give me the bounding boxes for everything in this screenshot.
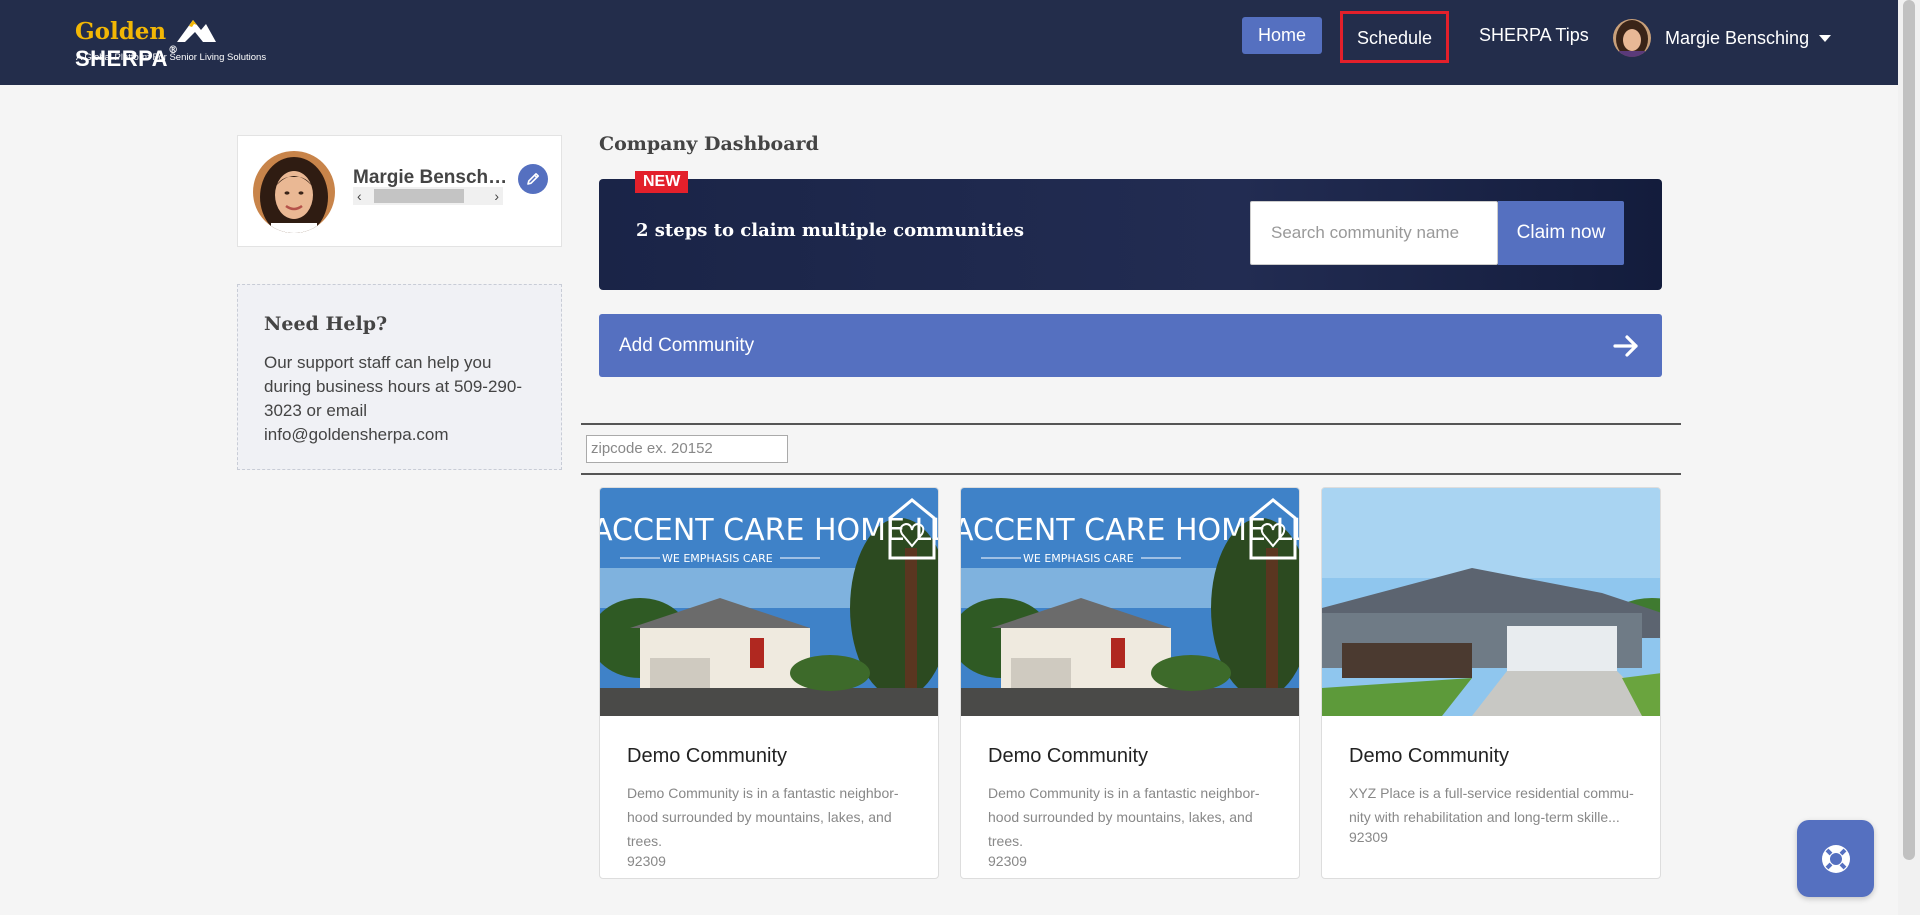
community-search-input[interactable]: Search community name	[1250, 201, 1498, 265]
user-name: Margie Bensching	[1665, 27, 1810, 48]
claim-banner-text: 2 steps to claim multiple communities	[636, 220, 1024, 241]
community-card[interactable]: ACCENT CARE HOME LLC WE EMPHASIS CARE De…	[960, 487, 1300, 879]
avatar	[1613, 19, 1651, 57]
chevron-left-icon[interactable]: ‹	[357, 187, 362, 205]
new-badge: NEW	[635, 171, 689, 193]
community-zip: 92309	[627, 853, 666, 869]
page-title: Company Dashboard	[599, 133, 819, 155]
community-card[interactable]: Demo Community XYZ Place is a full-servi…	[1321, 487, 1661, 879]
community-image: ACCENT CARE HOME LLC WE EMPHASIS CARE	[600, 488, 939, 716]
image-sub-text: WE EMPHASIS CARE	[1023, 552, 1134, 565]
arrow-right-icon	[1613, 335, 1638, 357]
mountain-logo-icon	[177, 20, 216, 42]
community-zip: 92309	[988, 853, 1027, 869]
need-help-card: Need Help? Our support staff can help yo…	[237, 284, 562, 470]
community-description: Demo Community is in a fantastic neighbo…	[627, 785, 899, 849]
edit-profile-button[interactable]	[518, 164, 548, 194]
chevron-right-icon[interactable]: ›	[494, 187, 499, 205]
add-community-button[interactable]: Add Community	[599, 314, 1662, 377]
community-card[interactable]: ACCENT CARE HOME LLC WE EMPHASIS CARE De…	[599, 487, 939, 879]
image-banner-text: ACCENT CARE HOME LLC	[961, 513, 1300, 548]
pencil-icon	[527, 173, 539, 185]
lifebuoy-icon	[1821, 844, 1850, 873]
page-scrollbar[interactable]	[1898, 0, 1920, 915]
help-title: Need Help?	[264, 313, 388, 335]
community-description: XYZ Place is a full-service residential …	[1349, 785, 1634, 825]
add-community-label: Add Community	[619, 335, 755, 356]
golden-sherpa-logo[interactable]: GoldenSHERPA® A Global Platform For Seni…	[75, 14, 305, 71]
support-help-button[interactable]	[1797, 820, 1874, 897]
community-image: ACCENT CARE HOME LLC WE EMPHASIS CARE	[961, 488, 1300, 716]
nav-home[interactable]: Home	[1242, 17, 1323, 54]
user-menu[interactable]: Margie Bensching	[1613, 18, 1832, 58]
claim-now-button[interactable]: Claim now	[1498, 201, 1624, 265]
zipcode-input[interactable]: zipcode ex. 20152	[586, 435, 788, 463]
profile-card: Margie Bensching ‹ ›	[237, 135, 562, 247]
name-scrollbar[interactable]: ‹ ›	[353, 187, 503, 205]
community-title: Demo Community	[627, 745, 788, 767]
scrollbar-thumb[interactable]	[374, 189, 464, 203]
nav-schedule[interactable]: Schedule	[1340, 11, 1450, 63]
community-image	[1322, 488, 1660, 716]
community-title: Demo Community	[988, 745, 1149, 767]
top-navbar: GoldenSHERPA® A Global Platform For Seni…	[0, 0, 1898, 85]
profile-name: Margie Bensching	[353, 167, 508, 188]
help-text: Our support staff can help you during bu…	[264, 353, 522, 444]
image-banner-text: ACCENT CARE HOME LLC	[600, 513, 939, 548]
community-title: Demo Community	[1349, 745, 1510, 767]
filter-bar: zipcode ex. 20152	[581, 423, 1681, 475]
profile-avatar	[253, 151, 335, 233]
image-sub-text: WE EMPHASIS CARE	[662, 552, 773, 565]
logo-tagline: A Global Platform For Senior Living Solu…	[76, 52, 267, 63]
nav-sherpa-tips[interactable]: SHERPA Tips	[1463, 17, 1605, 54]
claim-banner: NEW 2 steps to claim multiple communitie…	[599, 171, 1662, 290]
page-scrollbar-thumb[interactable]	[1903, 0, 1915, 860]
community-description: Demo Community is in a fantastic neighbo…	[988, 785, 1260, 849]
community-zip: 92309	[1349, 829, 1388, 845]
caret-down-icon	[1819, 34, 1832, 42]
